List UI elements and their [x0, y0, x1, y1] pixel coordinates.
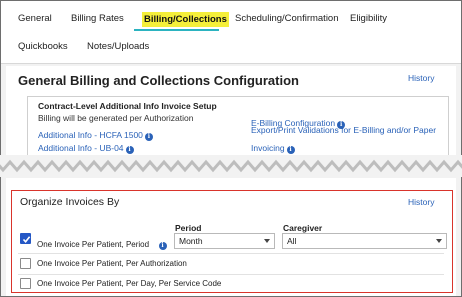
export-print-validations-link-cont[interactable]: Invoicing — [251, 143, 285, 153]
caregiver-label: Caregiver — [283, 223, 323, 233]
export-print-validations-link[interactable]: Export/Print Validations for E-Billing a… — [251, 125, 436, 135]
option-per-day-service-code-checkbox[interactable] — [20, 278, 31, 289]
billing-config-card: General Billing and Collections Configur… — [6, 66, 456, 162]
caregiver-select-value: All — [287, 236, 297, 246]
option-divider — [18, 253, 444, 254]
checkmark-icon — [22, 236, 31, 244]
option-per-patient-period-label[interactable]: One Invoice Per Patient, Period — [37, 240, 149, 249]
period-select-value: Month — [179, 236, 203, 246]
ub04-link[interactable]: Additional Info - UB-04 — [38, 143, 124, 153]
period-label: Period — [175, 223, 202, 233]
option-per-day-service-code-label[interactable]: One Invoice Per Patient, Per Day, Per Se… — [37, 279, 221, 288]
tab-divider — [1, 63, 461, 64]
tab-billing-rates[interactable]: Billing Rates — [71, 13, 124, 24]
page-title: General Billing and Collections Configur… — [18, 73, 299, 88]
tab-notes-uploads[interactable]: Notes/Uploads — [87, 41, 149, 52]
tab-billing-collections[interactable]: Billing/Collections — [134, 9, 229, 31]
tab-general[interactable]: General — [18, 13, 52, 24]
chevron-down-icon — [436, 239, 442, 243]
tab-eligibility[interactable]: Eligibility — [350, 13, 387, 24]
option-divider — [18, 274, 444, 275]
invoice-setup-title: Contract-Level Additional Info Invoice S… — [38, 101, 217, 111]
page-break-zigzag — [0, 155, 462, 177]
info-icon[interactable]: i — [286, 146, 295, 154]
billing-generated-text: Billing will be generated per Authorizat… — [38, 113, 194, 123]
caregiver-select[interactable]: All — [282, 233, 447, 249]
option-per-authorization-label[interactable]: One Invoice Per Patient, Per Authorizati… — [37, 259, 187, 268]
tab-quickbooks[interactable]: Quickbooks — [18, 41, 68, 52]
info-icon[interactable]: i — [125, 146, 134, 154]
tab-billing-collections-label: Billing/Collections — [142, 12, 229, 27]
tab-bar: General Billing Rates Billing/Collection… — [1, 1, 461, 64]
period-select[interactable]: Month — [174, 233, 275, 249]
config-history-link[interactable]: History — [408, 73, 434, 83]
option-per-patient-period-row: One Invoice Per Patient, Period i — [37, 234, 167, 252]
option-per-patient-period-checkbox[interactable] — [20, 233, 31, 244]
organize-invoices-title: Organize Invoices By — [20, 196, 120, 208]
info-icon[interactable]: i — [144, 133, 153, 141]
info-icon[interactable]: i — [158, 242, 167, 250]
chevron-down-icon — [264, 239, 270, 243]
tab-scheduling-confirmation[interactable]: Scheduling/Confirmation — [235, 13, 339, 24]
ub04-link-row: Additional Info - UB-04 i — [38, 138, 134, 156]
export-link-row2: Invoicing i — [251, 138, 295, 156]
invoice-setup-box: Contract-Level Additional Info Invoice S… — [27, 96, 449, 156]
option-per-authorization-checkbox[interactable] — [20, 258, 31, 269]
organize-history-link[interactable]: History — [408, 197, 434, 207]
